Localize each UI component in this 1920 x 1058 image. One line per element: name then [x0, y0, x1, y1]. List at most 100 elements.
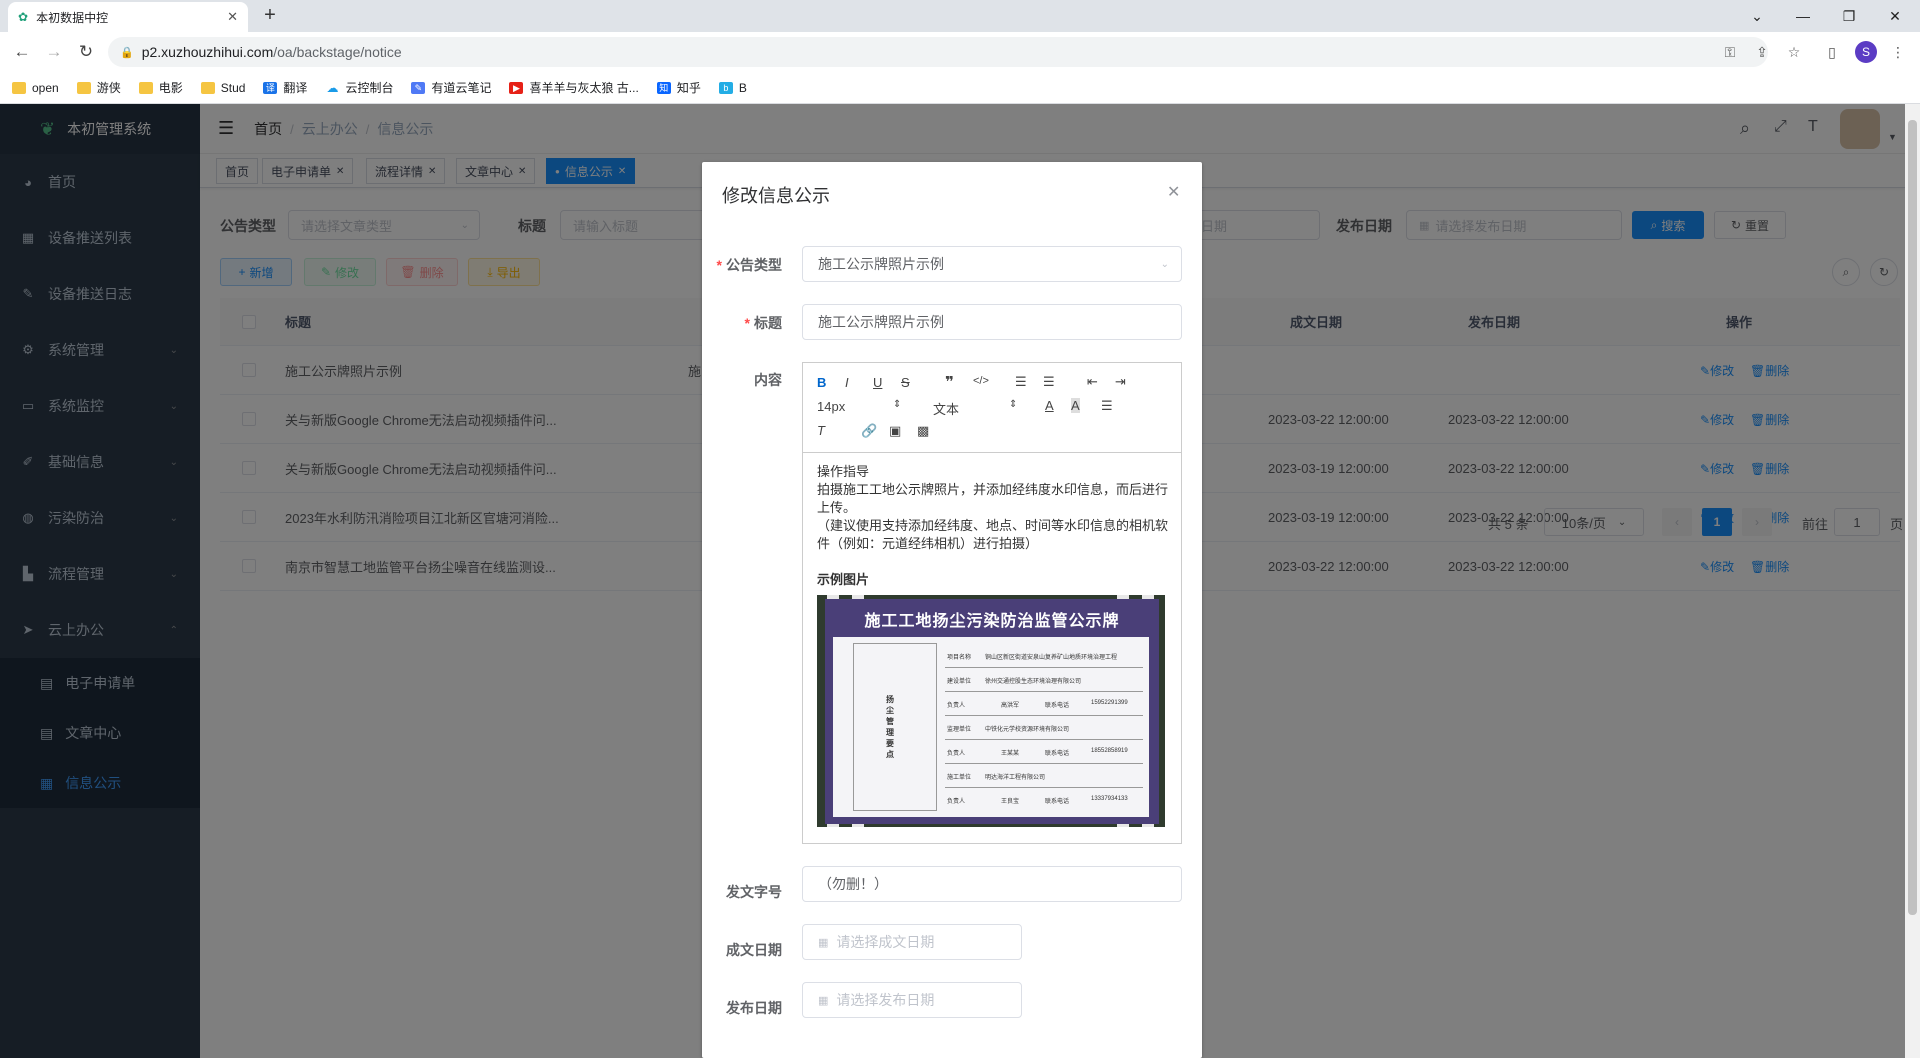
dialog-content-label: 内容	[754, 372, 782, 388]
sign-cell: 负责人	[947, 799, 966, 805]
bookmark-cloud-console[interactable]: ☁ 云控制台	[325, 79, 393, 96]
dialog-type-label-text: 公告类型	[726, 257, 782, 273]
clear-format-icon[interactable]: T	[817, 423, 825, 438]
bookmark-label: Stud	[220, 80, 246, 95]
bookmark-stud[interactable]: Stud	[200, 80, 246, 95]
note-icon: ✎	[411, 81, 426, 94]
code-block-icon[interactable]: </>	[973, 375, 989, 387]
folder-icon	[138, 81, 153, 94]
dialog-doc-no-value: （勿删！）	[818, 876, 888, 892]
side-panel-icon[interactable]: ▯	[1822, 41, 1842, 63]
bookmark-label: 有道云笔记	[431, 81, 492, 95]
dialog-title-label-text: 标题	[754, 315, 782, 331]
sign-cell: 15952291399	[1091, 700, 1128, 706]
font-size-select[interactable]: 14px	[817, 399, 845, 414]
back-button[interactable]: ←	[10, 40, 34, 64]
bookmark-youdao-note[interactable]: ✎ 有道云笔记	[411, 79, 491, 96]
bookmark-label: B	[738, 80, 747, 95]
bookmark-zhihu[interactable]: 知知乎	[656, 79, 701, 96]
minimize-button[interactable]: —	[1780, 0, 1826, 32]
tab-search-chevron-icon[interactable]: ⌄	[1734, 0, 1780, 32]
bookmark-translate[interactable]: 译翻译	[263, 79, 307, 96]
sign-cell: 王良宝	[1001, 799, 1020, 805]
font-size-updown-icon[interactable]: ⇕	[893, 399, 901, 410]
url-input[interactable]: 🔒 p2.xuzhouzhihui.com/oa/backstage/notic…	[108, 37, 1768, 67]
profile-avatar[interactable]: S	[1855, 41, 1877, 63]
sign-cell: 明达海洋工程有限公司	[985, 775, 1046, 781]
share-icon[interactable]: ⇪	[1752, 41, 1772, 63]
grid-line	[945, 691, 1143, 692]
browser-tab[interactable]: ✿ 本初数据中控 ✕	[8, 2, 248, 32]
sample-signboard: 施工工地扬尘污染防治监管公示牌 扬尘管理要点 项目名称 铜山区新区街道安泉山复养…	[825, 599, 1159, 824]
bookmark-movies[interactable]: 电影	[138, 79, 183, 96]
new-tab-button[interactable]: +	[258, 4, 282, 28]
dialog-type-select[interactable]: 施工公示牌照片示例 ⌄	[802, 246, 1182, 282]
page-scrollbar[interactable]	[1905, 104, 1920, 1058]
close-window-button[interactable]: ✕	[1872, 0, 1918, 32]
zhihu-icon: 知	[656, 81, 671, 94]
block-style-select[interactable]: 文本	[933, 399, 959, 418]
bold-icon[interactable]: B	[817, 375, 826, 390]
sign-cell: 13337934133	[1091, 796, 1128, 802]
translate-icon: 译	[263, 81, 278, 94]
close-icon[interactable]: ✕	[1167, 182, 1180, 202]
forward-button[interactable]: →	[42, 40, 66, 64]
youtube-icon: ▶	[509, 81, 524, 94]
bullet-list-icon[interactable]: ☰	[1043, 374, 1055, 390]
lock-icon: 🔒	[120, 46, 134, 59]
background-color-icon[interactable]: A	[1071, 398, 1080, 413]
bookmark-star-icon[interactable]: ☆	[1784, 41, 1804, 63]
outdent-icon[interactable]: ⇤	[1087, 374, 1098, 390]
font-color-icon[interactable]: A	[1045, 398, 1054, 413]
dialog-title-input[interactable]: 施工公示牌照片示例	[802, 304, 1182, 340]
scrollbar-thumb[interactable]	[1908, 120, 1917, 915]
reload-button[interactable]: ↻	[74, 40, 98, 64]
dialog-title-label: * 标题	[702, 313, 782, 333]
ordered-list-icon[interactable]: ☰	[1015, 374, 1027, 390]
bookmark-youxia[interactable]: 游侠	[76, 79, 121, 96]
link-icon[interactable]: 🔗	[861, 423, 877, 439]
sample-photo[interactable]: 施工工地扬尘污染防治监管公示牌 扬尘管理要点 项目名称 铜山区新区街道安泉山复养…	[817, 595, 1165, 827]
strikethrough-icon[interactable]: S	[901, 375, 910, 390]
dialog-title-value: 施工公示牌照片示例	[818, 314, 944, 330]
menu-kebab-icon[interactable]: ⋮	[1888, 41, 1908, 63]
block-style-updown-icon[interactable]: ⇕	[1009, 399, 1017, 410]
bookmark-label: 翻译	[283, 81, 308, 95]
folder-icon	[12, 81, 26, 94]
bookmark-youtube-video[interactable]: ▶ 喜羊羊与灰太狼 古...	[509, 79, 639, 96]
key-icon[interactable]: ⚿	[1720, 41, 1740, 63]
restore-button[interactable]: ❐	[1826, 0, 1872, 32]
indent-icon[interactable]: ⇥	[1115, 374, 1126, 390]
dialog-written-date-input[interactable]: ▦ 请选择成文日期	[802, 924, 1022, 960]
sign-cell: 铜山区新区街道安泉山复养矿山地质环境治理工程	[985, 655, 1118, 661]
blockquote-icon[interactable]: ❞	[945, 373, 954, 391]
content-sample-label: 示例图片	[817, 572, 870, 587]
sign-cell: 项目名称	[947, 655, 972, 661]
bookmark-open[interactable]: open	[12, 81, 59, 95]
align-icon[interactable]: ☰	[1101, 398, 1113, 414]
image-icon[interactable]: ▣	[889, 423, 901, 439]
bookmark-bilibili[interactable]: bB	[718, 80, 747, 95]
calendar-icon: ▦	[818, 994, 829, 1007]
sign-cell: 联系电话	[1045, 799, 1070, 805]
dialog-publish-date-input[interactable]: ▦ 请选择发布日期	[802, 982, 1022, 1018]
dialog-title: 修改信息公示	[722, 186, 830, 206]
editor-toolbar: B I U S ❞ </> ☰ ☰ ⇤ ⇥ 14px ⇕ 文本 ⇕ A A ☰ …	[803, 363, 1181, 453]
sign-cell: 徐州交通控股生态环境治理有限公司	[985, 679, 1082, 685]
rich-text-editor: B I U S ❞ </> ☰ ☰ ⇤ ⇥ 14px ⇕ 文本 ⇕ A A ☰ …	[802, 362, 1182, 844]
italic-icon[interactable]: I	[845, 375, 849, 390]
video-icon[interactable]: ▩	[917, 423, 929, 439]
close-tab-icon[interactable]: ✕	[227, 9, 238, 25]
dialog-written-date-label: 成文日期	[726, 942, 782, 958]
editor-body[interactable]: 操作指导 拍摄施工工地公示牌照片，并添加经纬度水印信息，而后进行上传。 （建议使…	[817, 463, 1171, 589]
sign-cell: 王某某	[1001, 751, 1020, 757]
required-mark: *	[744, 315, 750, 331]
dialog-doc-no-input[interactable]: （勿删！）	[802, 866, 1182, 902]
sign-cell: 负责人	[947, 751, 966, 757]
calendar-icon: ▦	[818, 936, 829, 949]
underline-icon[interactable]: U	[873, 375, 882, 390]
font-size-value: 14px	[817, 399, 846, 414]
sign-cell: 建设单位	[947, 679, 972, 685]
chevron-down-icon: ⌄	[1160, 258, 1169, 270]
dialog-doc-no-label: 发文字号	[726, 884, 782, 900]
